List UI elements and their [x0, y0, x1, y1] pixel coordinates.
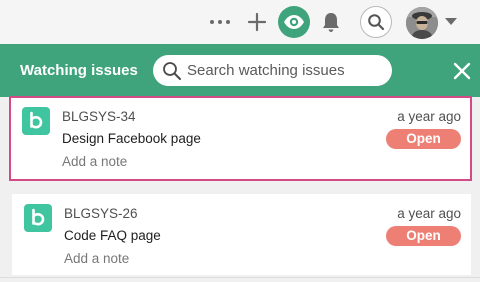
issue-card[interactable]: BLGSYS-26 Code FAQ page Add a note a yea… [12, 194, 471, 275]
issue-summary[interactable]: Design Facebook page [62, 131, 201, 146]
issue-key[interactable]: BLGSYS-26 [64, 206, 138, 221]
add-note-link[interactable]: Add a note [62, 154, 127, 169]
top-toolbar [0, 0, 480, 44]
panel-header: Watching issues [0, 44, 480, 97]
caret-down-icon[interactable] [443, 14, 459, 30]
panel-title: Watching issues [20, 62, 138, 79]
issue-time: a year ago [397, 109, 461, 124]
issue-key[interactable]: BLGSYS-34 [62, 109, 136, 124]
issue-time: a year ago [397, 206, 461, 221]
issue-summary[interactable]: Code FAQ page [64, 228, 161, 243]
project-icon [24, 204, 52, 232]
issue-card[interactable]: BLGSYS-34 Design Facebook page Add a not… [9, 96, 472, 181]
plus-icon[interactable] [244, 8, 270, 36]
search-icon[interactable] [360, 6, 392, 38]
watching-issues-panel: Watching issues BLGSYS-34 Des [0, 44, 480, 282]
add-note-link[interactable]: Add a note [64, 251, 129, 266]
avatar[interactable] [406, 7, 438, 39]
close-icon[interactable] [451, 60, 473, 82]
project-icon [22, 107, 50, 135]
status-badge[interactable]: Open [386, 226, 461, 246]
list-divider [0, 277, 480, 278]
search-icon [162, 61, 182, 81]
status-badge[interactable]: Open [386, 129, 461, 149]
more-icon[interactable] [206, 10, 234, 34]
search-box[interactable] [153, 55, 392, 86]
eye-icon[interactable] [278, 6, 310, 38]
bell-icon[interactable] [318, 8, 344, 36]
search-input[interactable] [187, 55, 382, 86]
